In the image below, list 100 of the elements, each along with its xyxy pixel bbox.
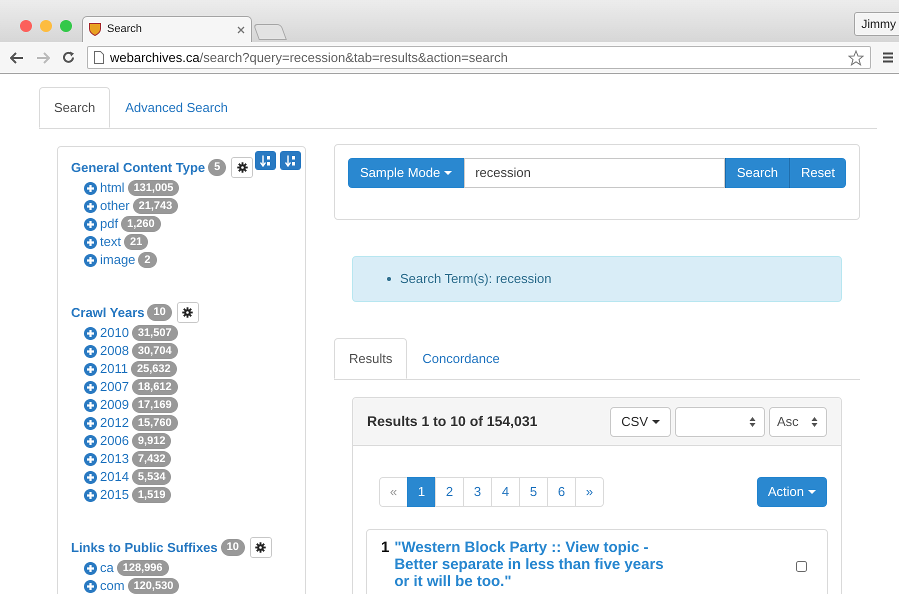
plus-circle-icon[interactable] xyxy=(84,416,97,430)
plus-circle-icon[interactable] xyxy=(84,254,97,266)
plus-circle-icon[interactable] xyxy=(84,580,97,592)
gear-icon xyxy=(182,307,194,318)
updown-icon xyxy=(749,416,756,428)
page-link[interactable]: 6 xyxy=(547,477,576,507)
plus-circle-icon[interactable] xyxy=(84,200,97,212)
result-checkbox[interactable] xyxy=(796,561,807,572)
address-bar[interactable]: webarchives.ca/search?query=recession&tab=results&action=search xyxy=(87,46,871,69)
facet-title[interactable]: Links to Public Suffixes xyxy=(71,538,218,558)
plus-circle-icon[interactable] xyxy=(84,452,97,466)
count-badge: 21 xyxy=(124,234,148,250)
plus-circle-icon[interactable] xyxy=(84,344,97,358)
facet-item[interactable]: image xyxy=(100,250,136,270)
results-summary: Results 1 to 10 of 154,031 xyxy=(367,412,538,431)
search-action-button[interactable]: Reset xyxy=(789,158,846,188)
count-badge: 5,534 xyxy=(132,469,172,485)
tab[interactable]: Concordance xyxy=(407,338,515,379)
plus-circle-icon[interactable] xyxy=(84,562,97,574)
count-badge: 120,530 xyxy=(128,578,180,594)
page-link[interactable]: 2 xyxy=(435,477,464,507)
facet-item[interactable]: 2012 xyxy=(100,413,129,433)
count-badge: 10 xyxy=(147,304,172,321)
facet-title[interactable]: General Content Type xyxy=(71,158,206,178)
count-badge: 18,612 xyxy=(132,379,178,395)
facet-title[interactable]: Crawl Years xyxy=(71,302,144,322)
plus-circle-icon[interactable] xyxy=(84,236,97,248)
tab[interactable]: Advanced Search xyxy=(110,87,243,128)
search-term-text: Search Term(s): recession xyxy=(400,270,552,288)
sort-button[interactable] xyxy=(255,151,276,170)
search-field[interactable]: recession xyxy=(464,158,725,188)
count-badge: 2 xyxy=(138,252,157,268)
gear-icon xyxy=(236,162,248,173)
count-badge: 1,260 xyxy=(121,216,161,232)
close-window-icon[interactable] xyxy=(20,20,32,32)
back-arrow-icon[interactable] xyxy=(10,52,24,64)
plus-circle-icon[interactable] xyxy=(84,326,97,340)
updown-icon xyxy=(811,416,818,428)
plus-circle-icon[interactable] xyxy=(84,380,97,394)
export-dropdown[interactable]: CSV xyxy=(610,406,671,436)
facet-item[interactable]: 2009 xyxy=(100,395,129,415)
settings-button[interactable] xyxy=(231,157,254,178)
plus-circle-icon[interactable] xyxy=(84,182,97,194)
plus-circle-icon[interactable] xyxy=(84,470,97,484)
count-badge: 1,519 xyxy=(132,487,172,503)
count-badge: 30,704 xyxy=(132,343,178,359)
facet-item[interactable]: 2015 xyxy=(100,485,129,505)
facet-item[interactable]: html xyxy=(100,178,125,198)
count-badge: 131,005 xyxy=(128,180,180,196)
result-number: 1 xyxy=(381,539,390,556)
action-button[interactable]: Action xyxy=(756,477,827,507)
plus-circle-icon[interactable] xyxy=(84,434,97,448)
facet-item[interactable]: 2008 xyxy=(100,341,129,361)
settings-button[interactable] xyxy=(176,302,199,323)
profile-button[interactable]: Jimmy xyxy=(854,12,899,36)
reload-icon[interactable] xyxy=(62,51,75,64)
sort-button[interactable] xyxy=(280,151,301,170)
star-icon[interactable] xyxy=(848,50,864,66)
facet-item[interactable]: other xyxy=(100,196,130,216)
facet-item[interactable]: ca xyxy=(100,558,114,578)
plus-circle-icon[interactable] xyxy=(84,218,97,230)
plus-circle-icon[interactable] xyxy=(84,488,97,502)
count-badge: 128,996 xyxy=(116,560,168,576)
sort-order-select[interactable]: Asc xyxy=(769,406,827,436)
sort-field-select[interactable] xyxy=(675,406,765,436)
menu-icon[interactable] xyxy=(883,52,893,63)
plus-circle-icon[interactable] xyxy=(84,398,97,412)
facet-item[interactable]: 2010 xyxy=(100,323,129,343)
settings-button[interactable] xyxy=(250,537,272,558)
shield-icon xyxy=(89,23,101,36)
result-title[interactable]: "Western Block Party :: View topic - Better separate in less than five years or it will be too." xyxy=(394,539,676,590)
page-link[interactable]: 1 xyxy=(407,477,436,507)
facet-item[interactable]: 2014 xyxy=(100,467,129,487)
sample-mode-button[interactable]: Sample Mode xyxy=(348,158,464,188)
facet-item[interactable]: 2013 xyxy=(100,449,129,469)
gear-icon xyxy=(255,542,266,553)
plus-circle-icon[interactable] xyxy=(84,362,97,376)
count-badge: 31,507 xyxy=(132,325,178,341)
page-link[interactable]: 3 xyxy=(463,477,492,507)
search-action-button[interactable]: Search xyxy=(724,158,790,188)
page-icon xyxy=(94,51,104,64)
facet-item[interactable]: 2011 xyxy=(100,359,128,379)
tab[interactable]: Search xyxy=(39,87,110,128)
facet-item[interactable]: com xyxy=(100,576,125,594)
facet-item[interactable]: 2007 xyxy=(100,377,129,397)
page-link[interactable]: 4 xyxy=(491,477,520,507)
close-icon[interactable] xyxy=(237,26,245,34)
tab[interactable]: Results xyxy=(334,338,408,379)
count-badge: 5 xyxy=(208,159,226,176)
facet-item[interactable]: 2006 xyxy=(100,431,129,451)
page-link[interactable]: » xyxy=(575,477,604,507)
count-badge: 15,760 xyxy=(132,415,178,431)
browser-tab[interactable]: Search xyxy=(82,16,252,42)
url-text: webarchives.ca/search?query=recession&tab=results&action=search xyxy=(110,48,509,67)
facet-item[interactable]: pdf xyxy=(100,214,118,234)
page-link[interactable]: 5 xyxy=(519,477,548,507)
count-badge: 21,743 xyxy=(132,198,178,214)
count-badge: 9,912 xyxy=(132,433,172,449)
caret-icon xyxy=(652,420,660,424)
facet-item[interactable]: text xyxy=(100,232,121,252)
